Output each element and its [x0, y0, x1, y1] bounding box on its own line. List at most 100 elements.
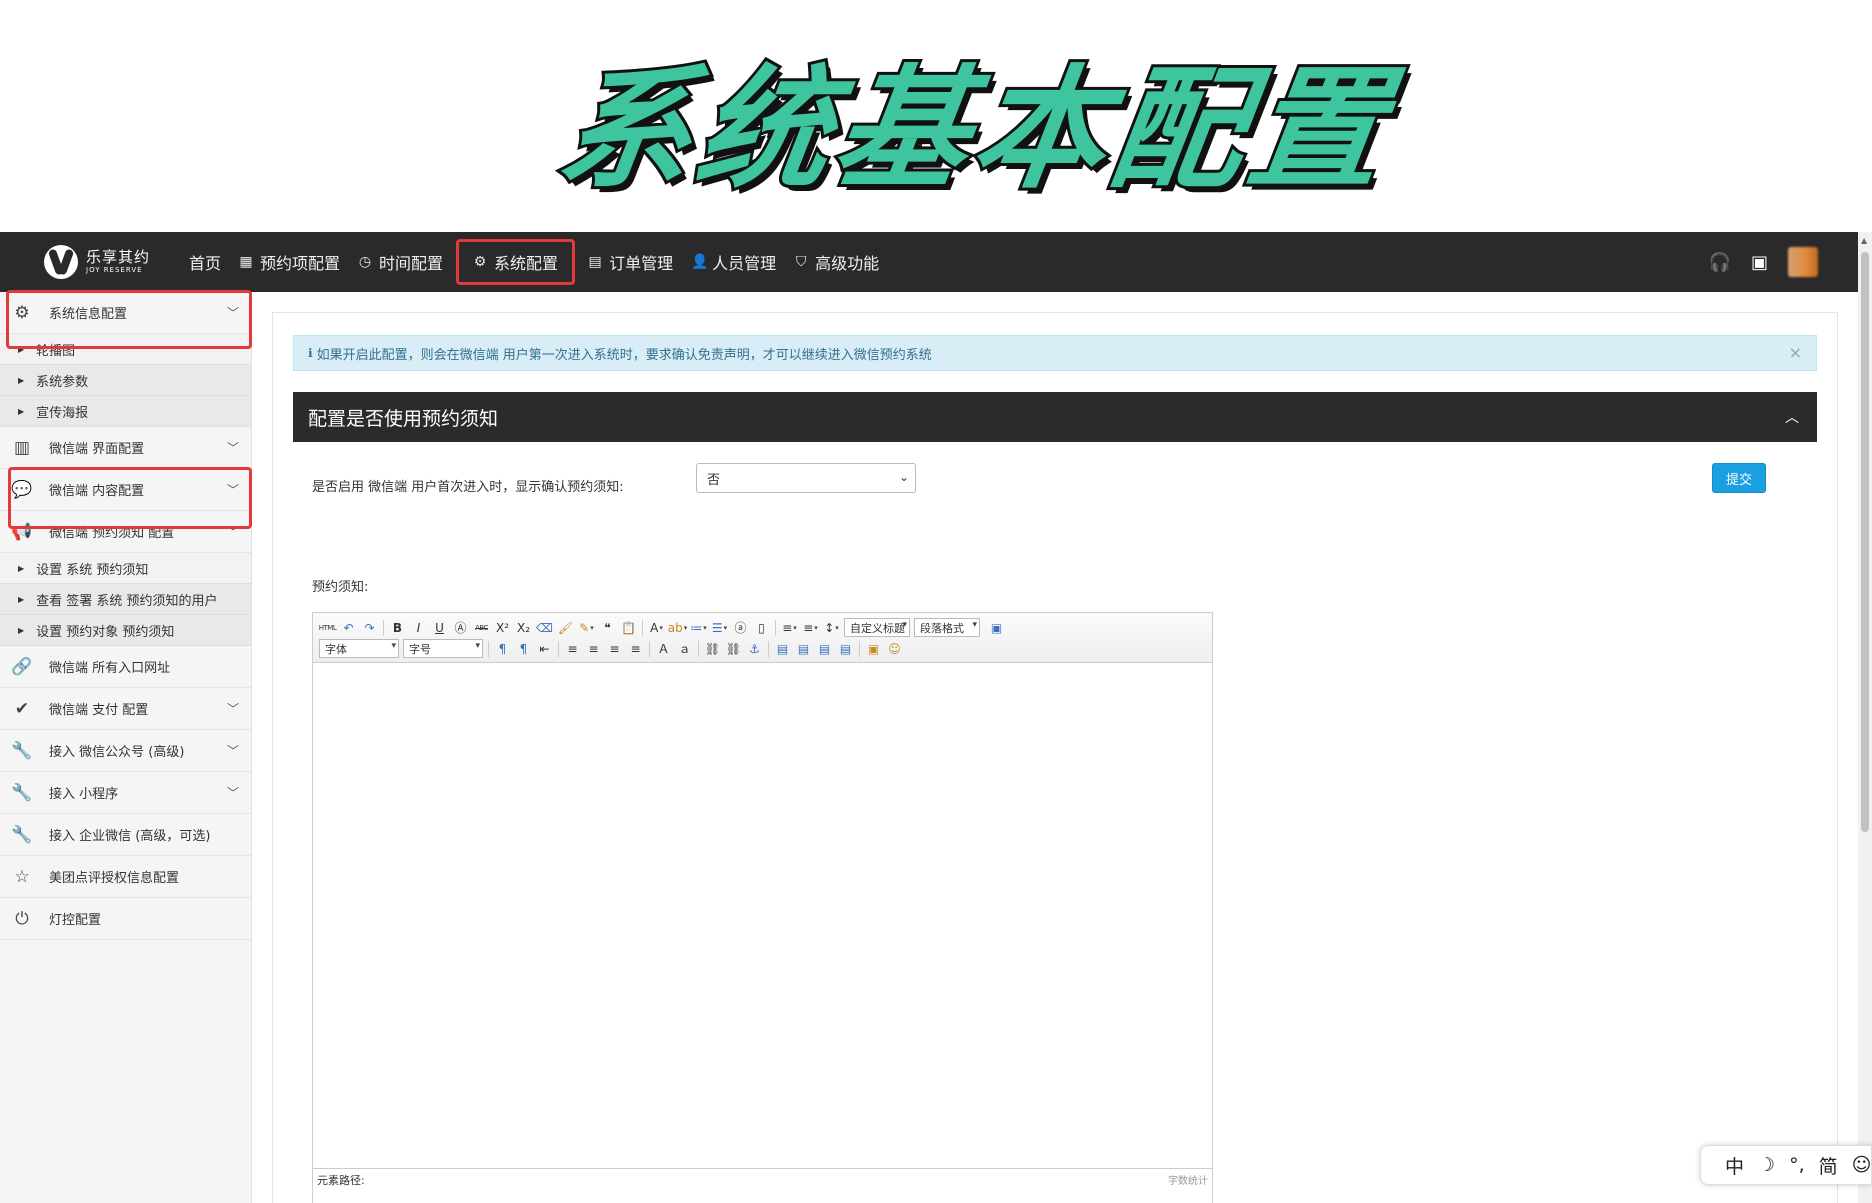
font-border-icon[interactable]: Ⓐ: [450, 618, 471, 638]
lowercase-icon[interactable]: ａ: [674, 639, 695, 659]
avatar[interactable]: [1788, 247, 1818, 277]
image-right-icon[interactable]: ▤: [814, 639, 835, 659]
caret-right-icon: ▶: [18, 594, 25, 604]
nav-order-management[interactable]: ▤ 订单管理: [579, 239, 682, 285]
moon-icon[interactable]: ☽: [1758, 1154, 1775, 1176]
strikethrough-icon[interactable]: ABC: [471, 618, 492, 638]
auto-format-icon[interactable]: ✎: [576, 618, 597, 638]
font-size-select[interactable]: 字号: [403, 639, 483, 658]
line-height-icon[interactable]: ↕: [821, 618, 842, 638]
row-spacing-bottom-icon[interactable]: ≡: [800, 618, 821, 638]
logo[interactable]: 乐享其约 JOY RESERVE: [44, 245, 174, 279]
image-center-icon[interactable]: ▤: [835, 639, 856, 659]
ltr-icon[interactable]: ¶: [492, 639, 513, 659]
image-none-icon[interactable]: ▤: [772, 639, 793, 659]
headset-icon[interactable]: 🎧: [1709, 252, 1731, 273]
close-icon[interactable]: ×: [1789, 343, 1802, 362]
fullscreen-icon[interactable]: ▣: [986, 618, 1007, 638]
eraser-icon[interactable]: ⌫: [534, 618, 555, 638]
bold-icon[interactable]: B: [387, 618, 408, 638]
sidebar-group-meituan[interactable]: ☆ 美团点评授权信息配置: [0, 856, 251, 898]
row-spacing-top-icon[interactable]: ≡: [779, 618, 800, 638]
sidebar-item-set-notice[interactable]: ▶ 设置 系统 预约须知: [0, 553, 251, 584]
uppercase-icon[interactable]: Ａ: [653, 639, 674, 659]
rtl-icon[interactable]: ¶: [513, 639, 534, 659]
anchor-icon[interactable]: ⚓: [744, 639, 765, 659]
archive-icon[interactable]: ▣: [1751, 252, 1768, 273]
emoji-icon[interactable]: ☺: [884, 639, 905, 659]
nav-system-config[interactable]: ⚙ 系统配置: [456, 239, 576, 285]
sidebar-group-ui-config[interactable]: ▥ 微信端 界面配置 ﹀: [0, 427, 251, 469]
sidebar-group-system-info[interactable]: ⚙ 系统信息配置 ﹀: [0, 292, 251, 334]
paragraph-format-select[interactable]: 段落格式: [914, 618, 980, 637]
format-brush-icon[interactable]: 🖌: [555, 618, 576, 638]
chevron-up-icon[interactable]: ︿: [1785, 407, 1799, 427]
power-icon: ⏻: [15, 908, 29, 929]
check-circle-icon: ✔: [14, 698, 30, 719]
link-icon[interactable]: ⛓: [702, 639, 723, 659]
nav-home[interactable]: 首页: [180, 239, 230, 285]
sidebar-group-notice-config[interactable]: 📢 微信端 预约须知 配置 ﹀: [0, 511, 251, 553]
align-justify-icon[interactable]: ≡: [625, 639, 646, 659]
html-source-icon[interactable]: HTML: [317, 618, 338, 638]
italic-icon[interactable]: I: [408, 618, 429, 638]
email-icon[interactable]: ⓐ: [730, 618, 751, 638]
image-left-icon[interactable]: ▤: [793, 639, 814, 659]
editor-content-area[interactable]: [313, 663, 1212, 1168]
sidebar-group-entry-urls[interactable]: 🔗 微信端 所有入口网址: [0, 646, 251, 688]
sidebar-item-promo-poster[interactable]: ▶ 宣传海报: [0, 396, 251, 427]
nav-staff-management[interactable]: 👤 人员管理: [682, 239, 785, 285]
nav-right: 🎧 ▣: [1689, 247, 1818, 277]
align-left-icon[interactable]: ≡: [562, 639, 583, 659]
blockquote-icon[interactable]: ❝: [597, 618, 618, 638]
panel-header: 配置是否使用预约须知 ︿: [293, 392, 1817, 442]
enable-notice-select[interactable]: 否 ⌄: [696, 463, 916, 493]
ordered-list-icon[interactable]: ≔: [688, 618, 709, 638]
sidebar-group-content-config[interactable]: 💬 微信端 内容配置 ﹀: [0, 469, 251, 511]
page-icon[interactable]: ▯: [751, 618, 772, 638]
toolbar-row-1: HTML ↶ ↷ B I U Ⓐ ABC X² X₂ ⌫ 🖌 ✎ ❝ 📋: [317, 617, 1208, 638]
sidebar-item-view-signed-users[interactable]: ▶ 查看 签署 系统 预约须知的用户: [0, 584, 251, 615]
ime-toolbar: 中 ☽ °, 简 ☺: [1700, 1145, 1872, 1185]
custom-title-select[interactable]: 自定义标题: [844, 618, 910, 637]
sidebar-group-official-account[interactable]: 🔧 接入 微信公众号 (高级) ﹀: [0, 730, 251, 772]
submit-button[interactable]: 提交: [1712, 463, 1766, 493]
undo-icon[interactable]: ↶: [338, 618, 359, 638]
paste-text-icon[interactable]: 📋: [618, 618, 639, 638]
smile-icon[interactable]: ☺: [1852, 1154, 1872, 1176]
caret-right-icon: ▶: [18, 563, 25, 573]
sidebar-group-wecom[interactable]: 🔧 接入 企业微信 (高级，可选): [0, 814, 251, 856]
gear-icon: ⚙: [14, 302, 30, 323]
insert-image-icon[interactable]: ▣: [863, 639, 884, 659]
align-center-icon[interactable]: ≡: [583, 639, 604, 659]
underline-icon[interactable]: U: [429, 618, 450, 638]
highlight-color-icon[interactable]: ab: [667, 618, 688, 638]
redo-icon[interactable]: ↷: [359, 618, 380, 638]
nav-advanced[interactable]: ⛉ 高级功能: [785, 239, 888, 285]
unordered-list-icon[interactable]: ☰: [709, 618, 730, 638]
ime-simplified[interactable]: 简: [1819, 1152, 1838, 1179]
ime-chinese-mode[interactable]: 中: [1725, 1152, 1744, 1179]
main-nav: 首页 ▦ 预约项配置 ◷ 时间配置 ⚙ 系统配置 ▤ 订单管理 👤 人员管理 ⛉…: [180, 232, 888, 292]
scroll-thumb[interactable]: [1861, 252, 1869, 832]
sidebar-item-set-object-notice[interactable]: ▶ 设置 预约对象 预约须知: [0, 615, 251, 646]
subscript-icon[interactable]: X₂: [513, 618, 534, 638]
unlink-icon[interactable]: ⛓: [723, 639, 744, 659]
indent-icon[interactable]: ⇤: [534, 639, 555, 659]
nav-reservation-items[interactable]: ▦ 预约项配置: [230, 239, 349, 285]
sidebar-group-light-control[interactable]: ⏻ 灯控配置: [0, 898, 251, 940]
superscript-icon[interactable]: X²: [492, 618, 513, 638]
scroll-up-icon[interactable]: ▲: [1861, 236, 1867, 245]
page-scrollbar[interactable]: ▲: [1858, 232, 1872, 1203]
sidebar-group-payment[interactable]: ✔ 微信端 支付 配置 ﹀: [0, 688, 251, 730]
sidebar-group-miniprogram[interactable]: 🔧 接入 小程序 ﹀: [0, 772, 251, 814]
list-icon: ▤: [588, 254, 602, 270]
nav-time-config[interactable]: ◷ 时间配置: [349, 239, 452, 285]
font-family-select[interactable]: 字体: [319, 639, 399, 658]
align-right-icon[interactable]: ≡: [604, 639, 625, 659]
font-color-icon[interactable]: A: [646, 618, 667, 638]
sidebar-item-system-params[interactable]: ▶ 系统参数: [0, 365, 251, 396]
info-icon: ℹ: [308, 346, 313, 360]
sidebar-item-carousel[interactable]: ▶ 轮播图: [0, 334, 251, 365]
ime-punctuation[interactable]: °,: [1789, 1154, 1805, 1176]
